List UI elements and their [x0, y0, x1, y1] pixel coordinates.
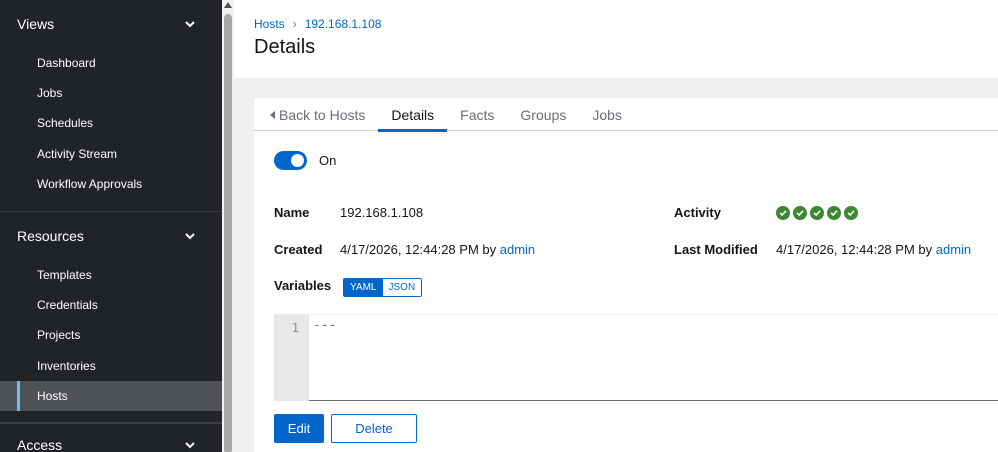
sidebar-item-projects[interactable]: Projects	[0, 320, 222, 350]
check-circle-icon[interactable]	[793, 205, 807, 220]
nav-group-title: Resources	[17, 228, 84, 244]
tab-bar: Back to Hosts Details Facts Groups Jobs	[254, 98, 998, 132]
line-number-gutter: 1	[274, 315, 309, 401]
detail-label: Last Modified	[674, 242, 758, 257]
action-buttons: Edit Delete	[274, 414, 417, 443]
breadcrumb: Hosts › 192.168.1.108	[254, 17, 381, 31]
check-circle-icon[interactable]	[810, 205, 824, 220]
tab-label: Back to Hosts	[279, 106, 366, 123]
toggle-label: On	[319, 153, 337, 168]
enabled-toggle[interactable]: On	[274, 151, 336, 170]
detail-last-modified-value: 4/17/2026, 12:44:28 PM by admin	[776, 242, 971, 257]
chevron-right-icon: ›	[292, 17, 297, 31]
sidebar-item-credentials[interactable]: Credentials	[0, 290, 222, 320]
sidebar-item-schedules[interactable]: Schedules	[0, 108, 222, 138]
detail-last-modified: Last Modified	[674, 242, 758, 257]
variables-format-toggle: YAML JSON	[343, 278, 423, 297]
detail-value: 192.168.1.108	[340, 205, 424, 220]
breadcrumb-current-link[interactable]: 192.168.1.108	[305, 17, 382, 31]
code-content[interactable]: ---	[313, 318, 336, 333]
detail-value: 4/17/2026, 12:44:28 PM by	[340, 242, 497, 257]
detail-name: Name	[274, 205, 309, 220]
tab-facts[interactable]: Facts	[447, 98, 507, 131]
sidebar-item-inventories[interactable]: Inventories	[0, 351, 222, 381]
sidebar-scrollbar[interactable]	[222, 0, 234, 452]
created-by-user-link[interactable]: admin	[500, 242, 535, 257]
edit-button[interactable]: Edit	[274, 414, 324, 443]
nav-group-access: Access	[0, 422, 222, 452]
tab-groups[interactable]: Groups	[507, 98, 579, 131]
page-header: Hosts › 192.168.1.108 Details	[234, 0, 998, 78]
nav-group-title: Views	[17, 16, 55, 32]
nav-group-resources: Resources Templates Credentials Projects…	[0, 211, 222, 424]
variables-code-editor[interactable]: 1 ---	[274, 314, 998, 401]
sidebar: Views Dashboard Jobs Schedules Activity …	[0, 0, 222, 452]
yaml-button[interactable]: YAML	[344, 279, 383, 296]
sidebar-item-activity-stream[interactable]: Activity Stream	[0, 139, 222, 169]
sidebar-item-workflow-approvals[interactable]: Workflow Approvals	[0, 169, 222, 199]
nav-group-resources-toggle[interactable]: Resources	[0, 212, 222, 260]
delete-button[interactable]: Delete	[331, 414, 417, 443]
caret-left-icon	[270, 110, 275, 119]
detail-label: Name	[274, 205, 310, 220]
chevron-down-icon	[184, 439, 196, 451]
detail-activity: Activity	[674, 205, 721, 220]
detail-name-value: 192.168.1.108	[340, 205, 423, 220]
detail-created-value: 4/17/2026, 12:44:28 PM by admin	[340, 242, 535, 257]
scroll-up-icon[interactable]	[224, 2, 232, 8]
toggle-switch[interactable]	[274, 151, 307, 170]
nav-group-title: Access	[17, 437, 63, 452]
nav-group-views: Views Dashboard Jobs Schedules Activity …	[0, 0, 222, 212]
detail-label: Activity	[674, 205, 721, 220]
details-card: Back to Hosts Details Facts Groups Jobs …	[254, 98, 998, 452]
tab-back-to-hosts[interactable]: Back to Hosts	[254, 98, 378, 131]
tab-jobs[interactable]: Jobs	[579, 98, 635, 131]
json-button[interactable]: JSON	[382, 279, 422, 296]
detail-value: 4/17/2026, 12:44:28 PM by	[776, 242, 933, 257]
activity-sparkline	[776, 204, 858, 220]
modified-by-user-link[interactable]: admin	[936, 242, 971, 257]
main-content: Hosts › 192.168.1.108 Details Back to Ho…	[234, 0, 998, 452]
check-circle-icon[interactable]	[827, 205, 841, 220]
check-circle-icon[interactable]	[844, 205, 858, 220]
detail-label: Created	[274, 242, 323, 257]
detail-created: Created	[274, 242, 322, 257]
toggle-knob	[291, 154, 304, 167]
breadcrumb-hosts-link[interactable]: Hosts	[254, 17, 285, 31]
nav-group-access-toggle[interactable]: Access	[0, 423, 222, 452]
chevron-down-icon	[184, 18, 196, 30]
detail-label: Variables	[274, 278, 332, 293]
sidebar-item-jobs[interactable]: Jobs	[0, 78, 222, 108]
sidebar-item-templates[interactable]: Templates	[0, 260, 222, 290]
sidebar-item-hosts[interactable]: Hosts	[0, 380, 222, 412]
check-circle-icon[interactable]	[776, 205, 790, 220]
chevron-down-icon	[184, 230, 196, 242]
page-title: Details	[254, 36, 316, 58]
sidebar-item-dashboard[interactable]: Dashboard	[0, 48, 222, 78]
nav-group-views-toggle[interactable]: Views	[0, 0, 222, 48]
scrollbar-thumb[interactable]	[224, 14, 232, 452]
tab-details[interactable]: Details	[378, 98, 447, 132]
detail-variables: Variables	[274, 278, 331, 293]
